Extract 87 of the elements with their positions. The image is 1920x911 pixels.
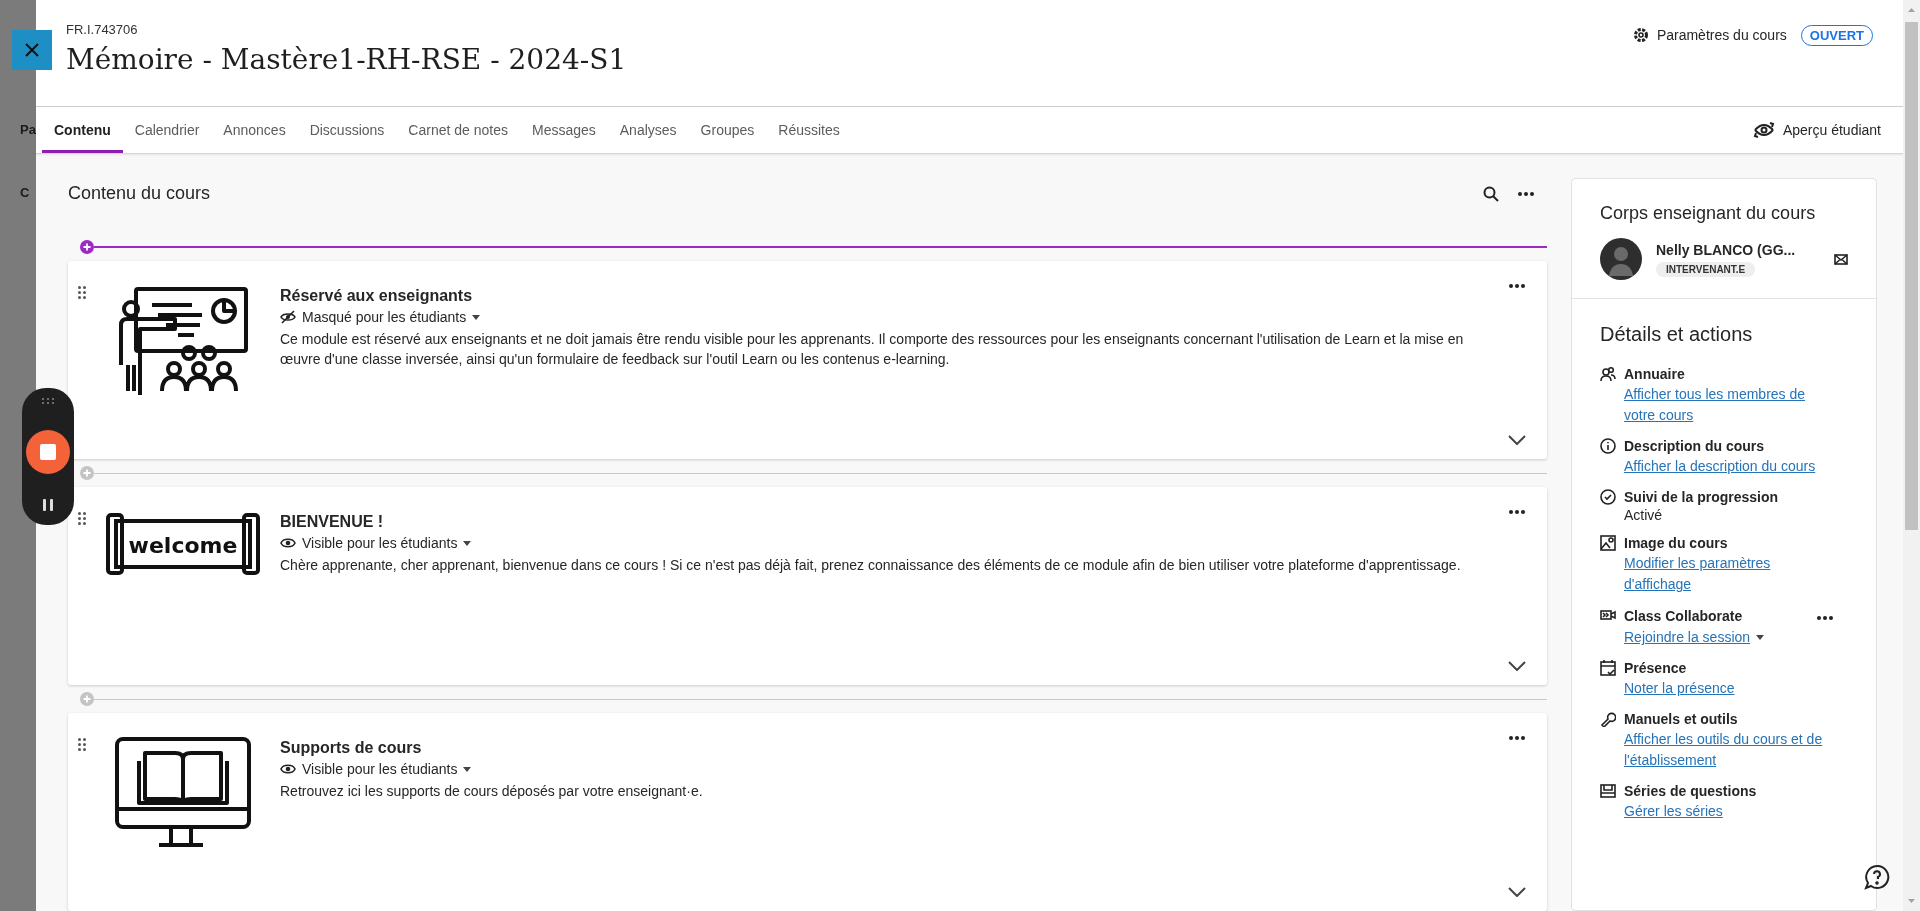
help-button[interactable] xyxy=(1864,864,1890,893)
drag-handle-icon[interactable] xyxy=(78,738,86,751)
module-description: Ce module est réservé aux enseignants et ne doit jamais être rendu visible pour les apprenants. Il comporte des ressources pour les enseignants concernant l'utilisation de Learn et la mise en œuvre d'une classe inversée, ainsi qu'un formulaire de feedback sur l'outil Learn ou les contenus e-learning. xyxy=(280,330,1465,370)
instructor-name: Nelly BLANCO (GG... xyxy=(1656,241,1797,258)
avatar xyxy=(1600,238,1642,280)
tab[interactable]: Discussions xyxy=(297,110,397,153)
visibility-dropdown[interactable]: Masqué pour les étudiants xyxy=(280,309,481,326)
detail-link[interactable]: Afficher la description du cours xyxy=(1624,456,1834,477)
detail-label: Présence xyxy=(1624,660,1687,676)
course-settings-button[interactable]: Paramètres du cours xyxy=(1632,27,1787,43)
module-description: Retrouvez ici les supports de cours déposés par votre enseignant·e. xyxy=(280,782,704,801)
info-icon xyxy=(1600,438,1616,454)
detail-link[interactable]: Gérer les séries xyxy=(1624,801,1834,822)
detail-value: Activé xyxy=(1624,507,1664,523)
detail-label: Class Collaborate xyxy=(1624,608,1743,624)
people-icon xyxy=(1600,366,1616,382)
grip-icon[interactable] xyxy=(42,398,54,404)
scrollbar[interactable] xyxy=(1903,0,1920,911)
detail-label: Image du cours xyxy=(1624,535,1728,551)
course-id: FR.I.743706 xyxy=(66,22,139,37)
chevron-down-icon[interactable] xyxy=(1508,887,1526,897)
add-icon[interactable] xyxy=(80,240,94,255)
visibility-dropdown[interactable]: Visible pour les étudiants xyxy=(280,535,472,552)
module-title: Supports de cours xyxy=(280,739,423,757)
tab[interactable]: Analyses xyxy=(607,110,689,153)
caret-icon xyxy=(463,540,472,546)
detail-link[interactable]: Rejoindre la session xyxy=(1624,627,1751,648)
stop-icon xyxy=(40,443,56,460)
chevron-down-icon[interactable] xyxy=(1508,661,1526,672)
tab[interactable]: Groupes xyxy=(688,110,767,153)
eye-slash-icon xyxy=(280,310,296,325)
wrench-icon xyxy=(1600,711,1616,727)
detail-label: Suivi de la progression xyxy=(1624,489,1779,505)
stop-button[interactable] xyxy=(26,429,70,474)
caret-icon xyxy=(1756,635,1765,640)
tab[interactable]: Réussites xyxy=(766,110,852,153)
image-icon xyxy=(1600,535,1616,551)
eye-icon xyxy=(280,537,296,550)
content-heading: Contenu du cours xyxy=(68,183,211,205)
more-icon[interactable] xyxy=(1508,735,1526,741)
caret-icon xyxy=(463,766,472,772)
pause-icon[interactable] xyxy=(43,499,53,511)
detail-label: Séries de questions xyxy=(1624,783,1757,799)
help-icon xyxy=(1864,864,1890,890)
tab[interactable]: Carnet de notes xyxy=(396,110,520,153)
more-icon[interactable] xyxy=(1816,615,1834,621)
detail-link[interactable]: Afficher les outils du cours et de l'établissement xyxy=(1624,729,1834,771)
detail-label: Description du cours xyxy=(1624,438,1765,454)
detail-label: Manuels et outils xyxy=(1624,711,1738,727)
background-page-text: Pa xyxy=(20,122,36,137)
calendar-check-icon xyxy=(1600,660,1616,676)
detail-label: Annuaire xyxy=(1624,366,1685,382)
course-title: Mémoire - Mastère1-RH-RSE - 2024-S1 xyxy=(66,43,627,76)
chevron-down-icon[interactable] xyxy=(1508,435,1526,446)
student-preview-button[interactable]: Aperçu étudiant xyxy=(1742,107,1891,153)
visibility-dropdown[interactable]: Visible pour les étudiants xyxy=(280,761,472,777)
settings-icon xyxy=(1632,27,1649,43)
more-icon[interactable] xyxy=(1508,509,1526,516)
tab[interactable]: Contenu xyxy=(42,110,123,153)
module-title: BIENVENUE ! xyxy=(280,513,385,532)
detail-link[interactable]: Noter la présence xyxy=(1624,678,1834,699)
eye-icon xyxy=(280,763,296,775)
detail-link[interactable]: Afficher tous les membres de votre cours xyxy=(1624,384,1834,426)
detail-link[interactable]: Modifier les paramètres d'affichage xyxy=(1624,553,1834,595)
welcome-banner-drawing: welcome xyxy=(106,511,260,578)
module-description: Chère apprenante, cher apprenant, bienvenue dans ce cours ! Si ce n'est pas déjà fait, prenez connaissance des éléments de ce module afin de bien utiliser votre plateforme d'apprentissage. xyxy=(280,556,1462,576)
video-icon xyxy=(1600,607,1616,623)
drag-handle-icon[interactable] xyxy=(78,286,86,300)
drag-handle-icon[interactable] xyxy=(78,512,86,526)
module-title: Réservé aux enseignants xyxy=(280,287,474,306)
mail-icon[interactable] xyxy=(1834,253,1848,265)
caret-icon xyxy=(472,314,481,320)
search-icon xyxy=(1483,185,1499,202)
role-badge: INTERVENANT.E xyxy=(1656,261,1756,277)
close-button[interactable] xyxy=(12,30,52,70)
details-heading: Détails et actions xyxy=(1600,323,1754,346)
tab[interactable]: Calendrier xyxy=(122,110,212,153)
tab[interactable]: Annonces xyxy=(211,110,298,153)
close-icon xyxy=(25,43,39,57)
preview-icon xyxy=(1752,122,1775,138)
background-page-text: C xyxy=(20,185,31,200)
tab[interactable]: Messages xyxy=(519,110,608,153)
check-circle-icon xyxy=(1600,489,1616,505)
more-icon[interactable] xyxy=(1517,190,1535,197)
tray-icon xyxy=(1600,783,1616,799)
more-icon[interactable] xyxy=(1508,283,1526,290)
instructors-heading: Corps enseignant du cours xyxy=(1600,203,1817,224)
